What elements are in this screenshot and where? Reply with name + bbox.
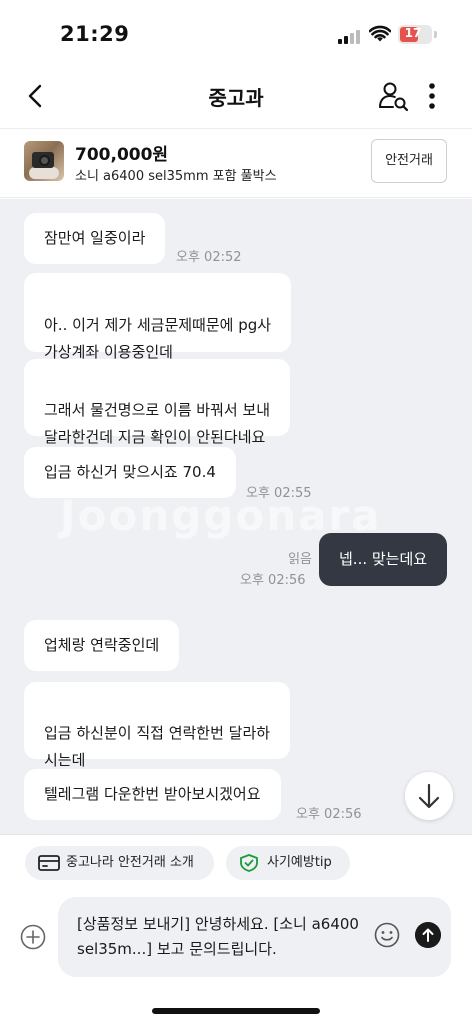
battery-tip (434, 31, 437, 38)
chip-label: 중고나라 안전거래 소개 (66, 855, 194, 870)
battery-icon: 17 (398, 25, 432, 44)
chat-area[interactable]: Joonggonara 잠만여 일중이라 오후 02:52 아.. 이거 제가 … (0, 199, 472, 834)
message-bubble[interactable]: 입금 하신거 맞으시죠 70.4 (24, 447, 236, 498)
card-icon (38, 855, 60, 871)
fraud-prevention-chip[interactable]: 사기예방tip (226, 846, 350, 880)
message-text: 업체랑 연락중인데 (44, 636, 160, 654)
wifi-icon (369, 25, 391, 42)
status-bar: 21:29 17 (0, 0, 472, 70)
read-receipt: 읽음 (288, 552, 312, 567)
chevron-left-icon[interactable] (18, 78, 54, 114)
battery-level: 17 (404, 26, 422, 40)
message-time: 오후 02:52 (176, 250, 242, 265)
product-thumbnail[interactable] (24, 141, 64, 181)
product-price: 700,000원 (75, 145, 169, 165)
plus-circle-icon[interactable] (20, 924, 46, 950)
message-input[interactable]: [상품정보 보내기] 안녕하세요. [소니 a6400 sel35m...] 보… (58, 897, 451, 977)
message-bubble[interactable]: 업체랑 연락중인데 (24, 620, 180, 671)
my-message-bubble[interactable]: 넵... 맞는데요 (319, 533, 448, 586)
message-bubble[interactable]: 잠만여 일중이라 (24, 213, 166, 264)
product-name: 소니 a6400 sel35mm 포함 풀박스 (75, 169, 277, 184)
safe-trade-intro-chip[interactable]: 중고나라 안전거래 소개 (25, 846, 214, 880)
shield-icon (240, 854, 258, 872)
nav-bar: 중고과 (0, 70, 472, 128)
message-text: 아.. 이거 제가 세금문제때문에 pg사 가상계좌 이용중인데 (44, 316, 272, 361)
send-icon[interactable] (415, 922, 441, 948)
status-time: 21:29 (60, 22, 130, 46)
emoji-icon[interactable] (374, 922, 400, 948)
message-bubble[interactable]: 그래서 물건명으로 이름 바꿔서 보내 달라한건데 지금 확인이 안된다네요 (24, 359, 291, 446)
safe-trade-button[interactable]: 안전거래 (371, 139, 447, 183)
message-time: 오후 02:56 (296, 807, 362, 822)
message-time: 오후 02:55 (246, 486, 312, 501)
home-indicator (152, 1008, 320, 1014)
message-text: 입금 하신거 맞으시죠 70.4 (44, 463, 216, 481)
product-summary[interactable]: 700,000원 소니 a6400 sel35mm 포함 풀박스 안전거래 (0, 128, 472, 198)
message-text: 텔레그램 다운한번 받아보시겠어요 (44, 785, 261, 803)
message-bubble[interactable]: 텔레그램 다운한번 받아보시겠어요 (24, 769, 281, 820)
message-text: 잠만여 일중이라 (44, 229, 146, 247)
more-vertical-icon[interactable] (420, 79, 444, 113)
camera-lens (39, 155, 50, 166)
bottom-panel: 중고나라 안전거래 소개 사기예방tip [상품정보 보내기] 안녕하세요. [… (0, 834, 472, 1024)
message-input-text[interactable]: [상품정보 보내기] 안녕하세요. [소니 a6400 sel35m...] 보… (77, 912, 367, 962)
message-text: 그래서 물건명으로 이름 바꿔서 보내 달라한건데 지금 확인이 안된다네요 (44, 401, 271, 446)
message-time: 오후 02:56 (240, 573, 306, 588)
message-bubble[interactable]: 입금 하신분이 직접 연락한번 달라하 시는데 (24, 682, 291, 769)
message-bubble[interactable]: 아.. 이거 제가 세금문제때문에 pg사 가상계좌 이용중인데 (24, 273, 292, 361)
signal-icon (338, 28, 362, 44)
message-text: 넵... 맞는데요 (339, 550, 428, 568)
chip-label: 사기예방tip (267, 855, 332, 870)
message-text: 입금 하신분이 직접 연락한번 달라하 시는데 (44, 724, 271, 769)
thumbnail-hand (29, 167, 59, 179)
user-search-icon[interactable] (376, 79, 410, 113)
page-title: 중고과 (208, 86, 264, 110)
arrow-down-icon[interactable] (405, 772, 453, 820)
